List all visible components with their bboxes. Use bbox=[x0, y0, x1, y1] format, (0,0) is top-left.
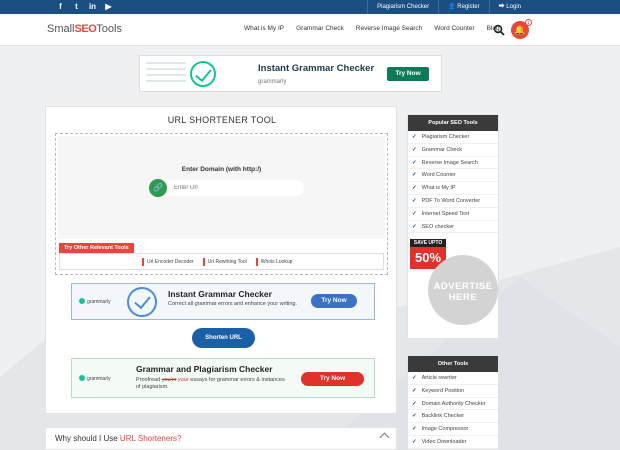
ad-body-prefix: Proofread bbox=[136, 377, 161, 383]
url-input-wrapper: 🔗 bbox=[149, 179, 304, 197]
logo-tools: Tools bbox=[96, 23, 122, 35]
tool-link-url-encoder-decoder[interactable]: Url Encoder Decoder bbox=[142, 258, 197, 266]
sidebar-item-what-is-my-ip[interactable]: What is My IP bbox=[408, 182, 498, 195]
faq-highlight: URL Shorteners? bbox=[119, 434, 182, 443]
ad-brand: grammarly bbox=[79, 375, 111, 382]
sidebar-item-domain-authority[interactable]: Domain Authority Checker bbox=[408, 398, 498, 411]
sidebar-item-backlink-checker[interactable]: Backlink Checker bbox=[408, 410, 498, 424]
sidebar-item-article-rewriter[interactable]: Article rewriter bbox=[408, 372, 498, 385]
main-nav: SmallSEOTools What is My IP Grammar Chec… bbox=[0, 14, 620, 46]
nav-link-grammar-check[interactable]: Grammar Check bbox=[296, 25, 344, 32]
login-link[interactable]: ⮕ Login bbox=[488, 0, 530, 14]
sidebar-item-image-compressor[interactable]: Image Compressor bbox=[408, 423, 498, 436]
ad-try-now-button[interactable]: Try Now bbox=[311, 294, 357, 308]
sidebar-item-grammar-check[interactable]: Grammar Check bbox=[408, 144, 498, 157]
nav-links: What is My IP Grammar Check Reverse Imag… bbox=[244, 25, 500, 32]
ad-banner-top[interactable]: Instant Grammar Checker grammarly Try No… bbox=[139, 55, 442, 92]
nav-link-what-is-my-ip[interactable]: What is My IP bbox=[244, 25, 284, 32]
ad-banner-middle[interactable]: grammarly Instant Grammar Checker Correc… bbox=[71, 283, 375, 320]
sidebar-item-pdf-to-word[interactable]: PDF To Word Converter bbox=[408, 195, 498, 208]
top-bar: f t in ▶ Plagiarism Checker 👤 Register ⮕… bbox=[0, 0, 620, 14]
nav-link-reverse-image-search[interactable]: Reverse Image Search bbox=[356, 25, 422, 32]
sale-badge-label: SAVE UPTO bbox=[410, 239, 446, 247]
sidebar-item-speed-test[interactable]: Internet Speed Test bbox=[408, 208, 498, 221]
sidebar-item-seo-checker[interactable]: SEO checker bbox=[408, 221, 498, 234]
chevron-up-icon[interactable] bbox=[379, 432, 390, 443]
logo-small: Small bbox=[47, 23, 75, 35]
facebook-icon[interactable]: f bbox=[56, 2, 65, 11]
sidebar-item-reverse-image-search[interactable]: Reverse Image Search bbox=[408, 157, 498, 170]
faq-why-section[interactable]: Why should I Use URL Shorteners? bbox=[45, 427, 397, 450]
shorten-url-button[interactable]: Shorten URL bbox=[192, 328, 255, 348]
faq-question: Why should I Use URL Shorteners? bbox=[55, 434, 181, 443]
ad-body-strike: you're bbox=[161, 377, 177, 383]
site-logo[interactable]: SmallSEOTools bbox=[47, 23, 122, 35]
notification-bell-icon[interactable]: 🔔 1 bbox=[511, 19, 532, 39]
advertise-line-2: HERE bbox=[448, 292, 478, 303]
faq-prefix: Why should I Use bbox=[55, 434, 120, 443]
youtube-icon[interactable]: ▶ bbox=[104, 2, 113, 11]
other-tools-label: Try Other Relevant Tools bbox=[59, 243, 134, 253]
ad-brand: grammarly bbox=[258, 79, 287, 85]
ad-try-now-button[interactable]: Try Now bbox=[301, 372, 364, 386]
top-links: Plagiarism Checker 👤 Register ⮕ Login bbox=[367, 0, 530, 14]
linkedin-icon[interactable]: in bbox=[88, 2, 97, 11]
checkmark-icon bbox=[127, 287, 157, 317]
tool-link-url-rewriting[interactable]: Url Rewriting Tool bbox=[202, 258, 250, 266]
ad-title: Instant Grammar Checker bbox=[168, 289, 272, 299]
ad-title: Instant Grammar Checker bbox=[258, 63, 375, 74]
sidebar-item-keyword-position[interactable]: Keyword Position bbox=[408, 385, 498, 398]
sidebar-popular-tools: Popular SEO Tools Plagiarism Checker Gra… bbox=[407, 114, 499, 339]
advertise-here-placeholder[interactable]: ADVERTISE HERE bbox=[428, 255, 498, 325]
ad-body-insert: your bbox=[178, 377, 189, 383]
ad-body: Proofread you're your essays for grammar… bbox=[136, 377, 286, 391]
sidebar-item-word-counter[interactable]: Word Counter bbox=[408, 169, 498, 183]
search-icon[interactable] bbox=[493, 24, 505, 36]
register-link[interactable]: 👤 Register bbox=[438, 0, 488, 14]
link-icon: 🔗 bbox=[149, 179, 167, 197]
tool-form-area: Enter Domain (with http:/) 🔗 Try Other R… bbox=[55, 133, 388, 275]
social-links: f t in ▶ bbox=[56, 2, 113, 11]
sidebar-title: Popular SEO Tools bbox=[408, 115, 498, 131]
ad-try-now-button[interactable]: Try Now bbox=[387, 67, 429, 81]
twitter-icon[interactable]: t bbox=[72, 2, 81, 11]
nav-link-word-counter[interactable]: Word Counter bbox=[434, 25, 474, 32]
checkmark-icon bbox=[190, 61, 216, 87]
top-link-plagiarism-checker[interactable]: Plagiarism Checker bbox=[367, 0, 438, 14]
input-label: Enter Domain (with http:/) bbox=[181, 166, 262, 173]
sidebar-other-tools: Other Tools Article rewriter Keyword Pos… bbox=[407, 355, 499, 450]
tool-input-region: Enter Domain (with http:/) 🔗 bbox=[58, 136, 385, 239]
ad-body: Correct all grammar errors and enhance y… bbox=[168, 301, 297, 307]
sidebar-item-video-downloader[interactable]: Video Downloader bbox=[408, 436, 498, 449]
url-input[interactable] bbox=[174, 183, 294, 193]
notification-badge: 1 bbox=[525, 19, 532, 26]
page-title: URL SHORTENER TOOL bbox=[167, 115, 277, 125]
sidebar-title: Other Tools bbox=[408, 356, 498, 372]
tool-link-whois-lookup[interactable]: Whois Lookup bbox=[255, 258, 296, 266]
tool-panel: URL SHORTENER TOOL Enter Domain (with ht… bbox=[45, 106, 397, 414]
ad-title: Grammar and Plagiarism Checker bbox=[136, 364, 273, 374]
ad-brand: grammarly bbox=[79, 298, 111, 305]
advertise-line-1: ADVERTISE bbox=[433, 281, 493, 292]
other-tools-row: Url Encoder Decoder Url Rewriting Tool W… bbox=[59, 253, 384, 270]
logo-seo: SEO bbox=[74, 23, 97, 35]
sidebar-item-plagiarism-checker[interactable]: Plagiarism Checker bbox=[408, 131, 498, 144]
ad-decoration bbox=[146, 62, 186, 86]
ad-banner-bottom[interactable]: grammarly Grammar and Plagiarism Checker… bbox=[71, 358, 375, 398]
